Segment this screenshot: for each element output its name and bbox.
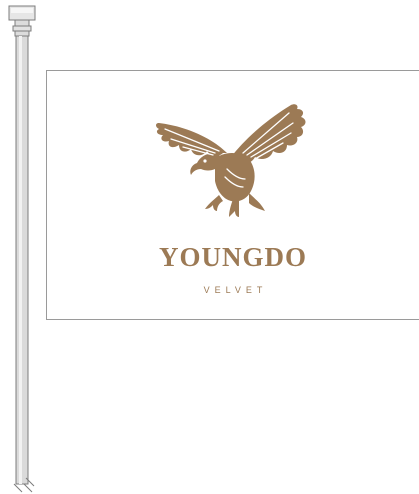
pole-collar [14,19,30,27]
flag-pole [8,5,36,493]
brand-name: YOUNGDO [159,242,307,272]
flag-banner: YOUNGDO VELVET [46,70,419,320]
eagle-icon [156,104,306,217]
brand-subtitle: VELVET [203,285,268,295]
